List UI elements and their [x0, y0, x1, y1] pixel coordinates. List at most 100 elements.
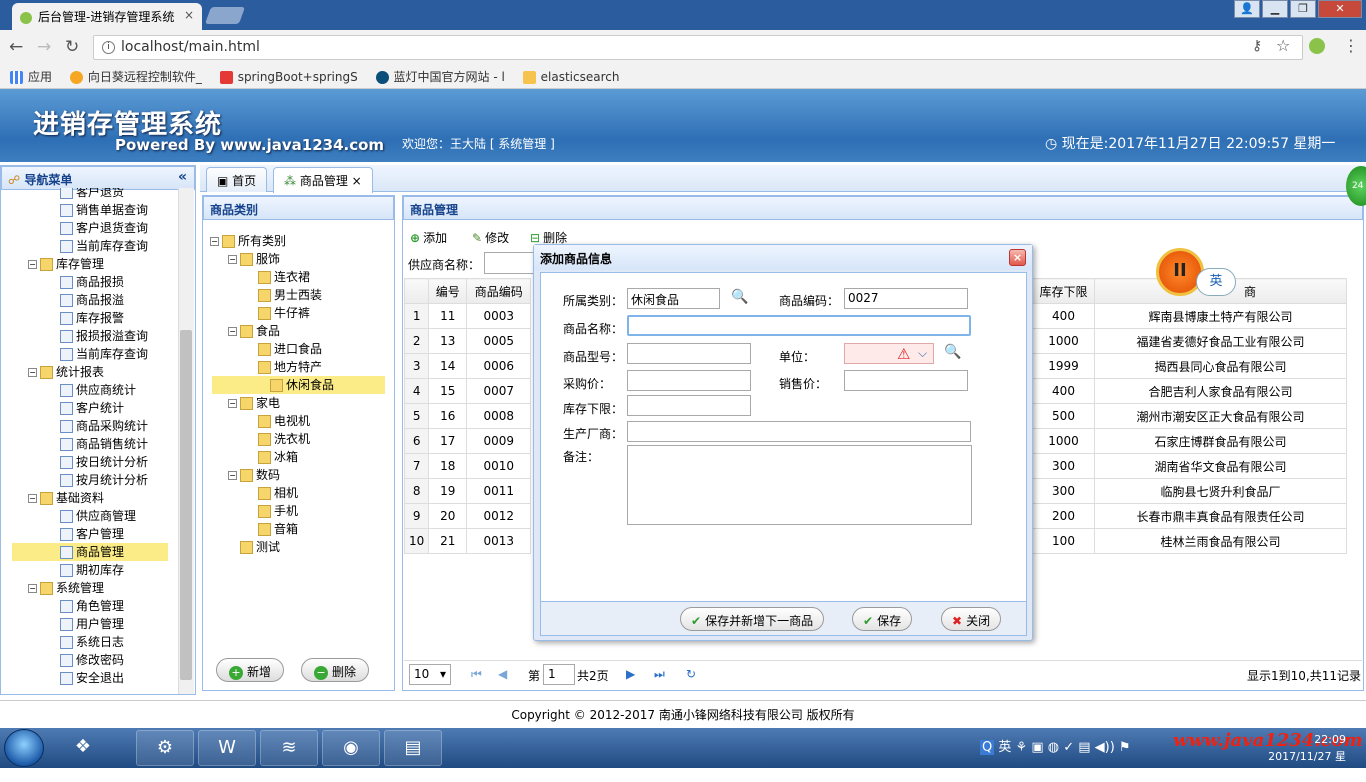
nav-item[interactable]: 按月统计分析	[12, 471, 168, 489]
nav-item[interactable]: 角色管理	[12, 597, 168, 615]
edit-goods-button[interactable]: ✎ 修改	[472, 229, 509, 246]
table-row[interactable]: 300 湖南省华文食品有限公司	[1032, 453, 1347, 479]
collapse-toggle-icon[interactable]: −	[228, 471, 237, 480]
back-icon[interactable]: ←	[9, 37, 23, 57]
nav-item[interactable]: 商品报溢	[12, 291, 168, 309]
address-bar[interactable]: i localhost/main.html	[93, 35, 1303, 60]
table-row[interactable]: 1 11 0003	[403, 303, 532, 329]
table-row[interactable]: 4 15 0007	[403, 378, 532, 404]
dolphin-icon[interactable]: ≋	[260, 730, 318, 766]
category-node[interactable]: − 食品	[228, 322, 280, 340]
close-button[interactable]: ✖ 关闭	[941, 607, 1002, 631]
collapse-toggle-icon[interactable]: −	[228, 255, 237, 264]
first-page-icon[interactable]: ⏮	[471, 667, 482, 682]
last-page-icon[interactable]: ⏭	[654, 667, 665, 682]
nav-item[interactable]: − 系统管理	[28, 579, 168, 597]
supplier-search-input[interactable]	[484, 252, 534, 274]
table-row[interactable]: 100 桂林兰雨食品有限公司	[1032, 528, 1347, 554]
col-min-stock[interactable]: 库存下限	[1032, 278, 1095, 304]
taskbar-clock[interactable]: 22:09 2017/11/27 星期一	[1258, 731, 1346, 782]
col-id[interactable]: 编号	[428, 278, 468, 304]
page-size-select[interactable]: 10 ▾	[409, 664, 451, 685]
category-node[interactable]: − 数码	[228, 466, 280, 484]
category-delete-button[interactable]: − 删除	[301, 658, 370, 682]
table-row[interactable]: 400 合肥吉利人家食品有限公司	[1032, 378, 1347, 404]
category-node[interactable]: − 家电	[228, 394, 280, 412]
category-add-button[interactable]: + 新增	[216, 658, 285, 682]
category-node[interactable]: 相机	[258, 484, 298, 502]
wps-icon[interactable]: W	[198, 730, 256, 766]
table-row[interactable]: 200 长春市鼎丰真食品有限责任公司	[1032, 503, 1347, 529]
ime-floating-badge[interactable]: 英	[1196, 268, 1236, 296]
nav-item[interactable]: 当前库存查询	[12, 345, 168, 363]
category-node[interactable]: 地方特产	[258, 358, 322, 376]
category-node[interactable]: 男士西装	[258, 286, 322, 304]
nav-item[interactable]: 客户退货	[12, 188, 168, 201]
nav-item[interactable]: 报损报溢查询	[12, 327, 168, 345]
new-tab-button[interactable]	[204, 7, 246, 24]
bookmark-springboot[interactable]: springBoot+springS	[219, 70, 358, 84]
nav-item[interactable]: − 统计报表	[28, 363, 168, 381]
table-row[interactable]: 2 13 0005	[403, 328, 532, 354]
nav-item[interactable]: 供应商管理	[12, 507, 168, 525]
tab-goods[interactable]: ⁂ 商品管理 ×	[273, 167, 373, 193]
purchase-price-field[interactable]	[627, 370, 751, 391]
table-row[interactable]: 9 20 0012	[403, 503, 532, 529]
reload-icon[interactable]: ↻	[65, 37, 79, 57]
add-goods-button[interactable]: ⊕ 添加	[410, 229, 447, 246]
category-node[interactable]: 休闲食品	[212, 376, 385, 394]
table-row[interactable]: 10 21 0013	[403, 528, 532, 554]
category-node[interactable]: 音箱	[258, 520, 298, 538]
collapse-toggle-icon[interactable]: −	[28, 584, 37, 593]
category-node[interactable]: 牛仔裤	[258, 304, 310, 322]
unit-search-icon[interactable]: 🔍	[944, 344, 961, 360]
window-close-button[interactable]: ✕	[1318, 0, 1362, 18]
ime-language[interactable]: 英	[998, 740, 1011, 755]
start-button[interactable]	[4, 729, 44, 767]
app-icon-1[interactable]: ❖	[54, 730, 112, 766]
maximize-button[interactable]: ❐	[1290, 0, 1316, 18]
table-row[interactable]: 7 18 0010	[403, 453, 532, 479]
collapse-toggle-icon[interactable]: −	[228, 327, 237, 336]
tab-close-icon[interactable]: ×	[348, 174, 362, 188]
nav-item[interactable]: 修改密码	[12, 651, 168, 669]
table-row[interactable]: 300 临朐县七贤升利食品厂	[1032, 478, 1347, 504]
nav-item[interactable]: 当前库存查询	[12, 237, 168, 255]
code-field[interactable]: 0027	[844, 288, 968, 309]
nav-item[interactable]: 供应商统计	[12, 381, 168, 399]
nav-item[interactable]: 商品管理	[12, 543, 168, 561]
table-row[interactable]: 1999 揭西县同心食品有限公司	[1032, 353, 1347, 379]
collapse-toggle-icon[interactable]: −	[28, 494, 37, 503]
eclipse-icon[interactable]: ⚙	[136, 730, 194, 766]
category-node[interactable]: 电视机	[258, 412, 310, 430]
page-number-input[interactable]: 1	[543, 664, 575, 685]
minimize-button[interactable]: ▁	[1262, 0, 1288, 18]
user-icon[interactable]: 👤	[1234, 0, 1260, 18]
category-node[interactable]: 洗衣机	[258, 430, 310, 448]
next-page-icon[interactable]: ▶	[626, 667, 635, 681]
nav-item[interactable]: 商品报损	[12, 273, 168, 291]
browser-tab[interactable]: 后台管理-进销存管理系统 ×	[12, 3, 202, 30]
key-icon[interactable]: ⚷	[1252, 38, 1262, 54]
table-row[interactable]: 1000 福建省麦德好食品工业有限公司	[1032, 328, 1347, 354]
menu-icon[interactable]: ⋮	[1343, 36, 1359, 55]
chrome-icon[interactable]: ◉	[322, 730, 380, 766]
category-node[interactable]: 进口食品	[258, 340, 322, 358]
nav-item[interactable]: 客户管理	[12, 525, 168, 543]
nav-item[interactable]: 期初库存	[12, 561, 168, 579]
name-field[interactable]	[627, 315, 971, 336]
nav-item[interactable]: 商品销售统计	[12, 435, 168, 453]
collapse-toggle-icon[interactable]: −	[28, 260, 37, 269]
manufacturer-field[interactable]	[627, 421, 971, 442]
notepad-icon[interactable]: ▤	[384, 730, 442, 766]
collapse-toggle-icon[interactable]: −	[210, 237, 219, 246]
nav-item[interactable]: 按日统计分析	[12, 453, 168, 471]
nav-item[interactable]: 用户管理	[12, 615, 168, 633]
sale-price-field[interactable]	[844, 370, 968, 391]
prev-page-icon[interactable]: ◀	[498, 667, 507, 681]
table-row[interactable]: 500 潮州市潮安区正大食品有限公司	[1032, 403, 1347, 429]
nav-item[interactable]: − 库存管理	[28, 255, 168, 273]
nav-item[interactable]: 客户退货查询	[12, 219, 168, 237]
category-node[interactable]: 冰箱	[258, 448, 298, 466]
refresh-icon[interactable]: ↻	[686, 667, 696, 681]
